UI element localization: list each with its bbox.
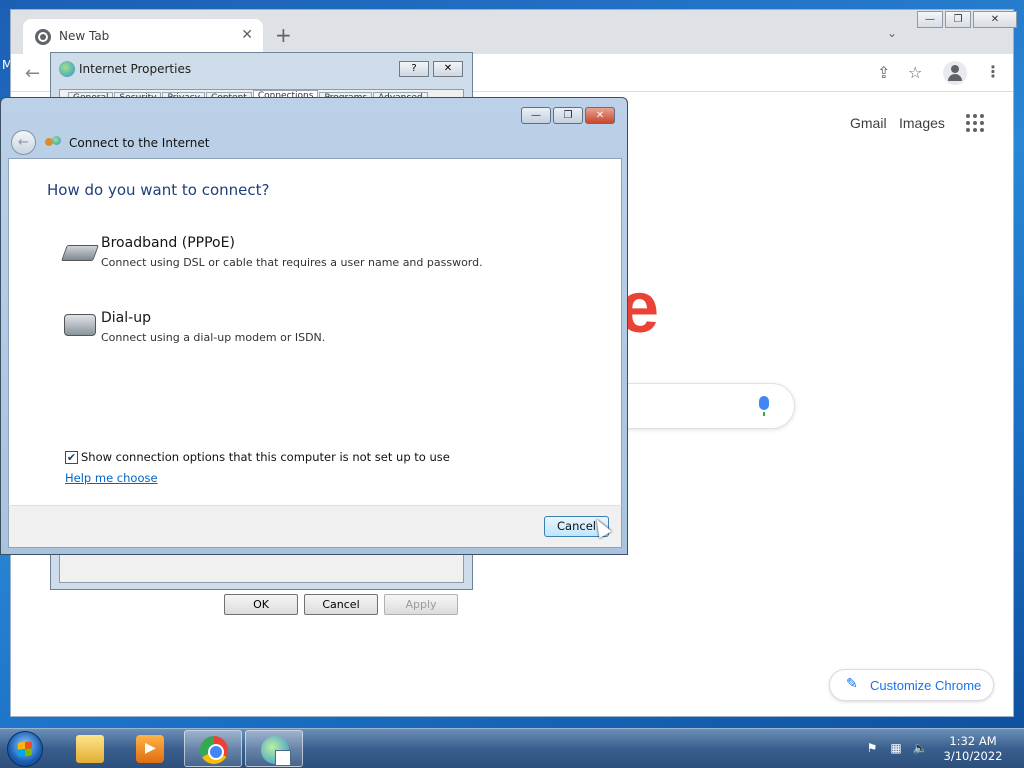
media-player-icon: [136, 735, 164, 763]
network-connection-icon: [45, 136, 61, 148]
internet-globe-icon: [59, 61, 75, 77]
chrome-menu-icon[interactable]: ⋮: [985, 62, 1001, 81]
internet-options-icon: [261, 736, 291, 766]
chrome-tab-strip: New Tab ✕ + ⌄ — ❐ ✕: [11, 10, 1017, 54]
tab-close-icon[interactable]: ✕: [241, 27, 253, 43]
tab-search-icon[interactable]: ⌄: [887, 26, 897, 40]
gmail-link[interactable]: Gmail: [850, 115, 887, 131]
folder-icon: [76, 735, 104, 763]
help-me-choose-link[interactable]: Help me choose: [65, 471, 158, 485]
tab-new-tab[interactable]: New Tab ✕: [23, 19, 263, 54]
clock-date: 3/10/2022: [943, 749, 1003, 763]
wizard-close-button[interactable]: ✕: [585, 107, 615, 124]
customize-chrome-button[interactable]: ✎ Customize Chrome: [829, 669, 994, 701]
ip-help-button[interactable]: ?: [399, 61, 429, 77]
option-dialup[interactable]: Dial-up Connect using a dial-up modem or…: [61, 310, 581, 354]
wizard-content: How do you want to connect? Broadband (P…: [8, 158, 622, 505]
images-link[interactable]: Images: [899, 115, 945, 131]
bookmark-star-icon[interactable]: ☆: [908, 63, 922, 82]
chrome-minimize-button[interactable]: —: [917, 11, 943, 28]
wizard-window-controls: — ❐ ✕: [521, 107, 617, 124]
voice-search-mic-icon[interactable]: [759, 396, 769, 416]
internet-properties-title: Internet Properties: [79, 62, 192, 76]
wizard-nav-bar: ← Connect to the Internet: [8, 128, 622, 158]
clock-time: 1:32 AM: [949, 734, 997, 748]
google-apps-icon[interactable]: [966, 114, 984, 132]
profile-avatar-icon[interactable]: [943, 61, 967, 85]
share-icon[interactable]: ⇪: [877, 63, 890, 82]
ip-ok-button[interactable]: OK: [224, 594, 298, 615]
chrome-restore-button[interactable]: ❐: [945, 11, 971, 28]
start-button[interactable]: [7, 731, 43, 767]
ip-cancel-button[interactable]: Cancel: [304, 594, 378, 615]
wizard-heading: How do you want to connect?: [47, 181, 270, 199]
action-center-flag-icon[interactable]: ⚑: [864, 741, 880, 755]
option-dialup-description: Connect using a dial-up modem or ISDN.: [101, 331, 326, 344]
show-options-checkbox[interactable]: ✔: [65, 451, 78, 464]
taskbar-media-player[interactable]: [121, 730, 179, 767]
customize-chrome-label: Customize Chrome: [870, 678, 982, 693]
system-tray: ⚑ ▦ 🔈: [864, 741, 936, 755]
chrome-favicon-icon: [35, 29, 51, 45]
tab-title: New Tab: [59, 29, 110, 43]
option-dialup-label: Dial-up: [101, 310, 151, 326]
chrome-window-controls: — ❐ ✕: [917, 11, 1019, 29]
broadband-modem-icon: [61, 245, 99, 261]
taskbar-internet-properties[interactable]: [245, 730, 303, 767]
chrome-icon: [200, 736, 228, 764]
show-options-label[interactable]: Show connection options that this comput…: [81, 450, 450, 464]
option-broadband-description: Connect using DSL or cable that requires…: [101, 256, 483, 269]
option-broadband-label: Broadband (PPPoE): [101, 235, 235, 251]
taskbar: ⚑ ▦ 🔈 1:32 AM 3/10/2022: [0, 728, 1024, 768]
connect-wizard-window: — ❐ ✕ ← Connect to the Internet How do y…: [0, 97, 628, 555]
pencil-icon: ✎: [846, 676, 858, 692]
wizard-restore-button[interactable]: ❐: [553, 107, 583, 124]
ip-close-button[interactable]: ✕: [433, 61, 463, 77]
chrome-close-button[interactable]: ✕: [973, 11, 1017, 28]
option-broadband[interactable]: Broadband (PPPoE) Connect using DSL or c…: [61, 235, 581, 279]
new-tab-button[interactable]: +: [275, 25, 292, 45]
taskbar-chrome[interactable]: [184, 730, 242, 767]
wizard-minimize-button[interactable]: —: [521, 107, 551, 124]
back-arrow-icon[interactable]: ←: [11, 130, 36, 155]
wizard-title: Connect to the Internet: [69, 136, 210, 150]
dialup-phone-icon: [64, 314, 96, 336]
taskbar-file-explorer[interactable]: [61, 730, 119, 767]
taskbar-clock[interactable]: 1:32 AM 3/10/2022: [940, 734, 1006, 764]
network-icon[interactable]: ▦: [888, 741, 904, 755]
volume-icon[interactable]: 🔈: [912, 741, 928, 755]
ip-apply-button: Apply: [384, 594, 458, 615]
back-arrow-icon[interactable]: ←: [25, 63, 40, 84]
wizard-footer: Cancel: [8, 505, 622, 548]
